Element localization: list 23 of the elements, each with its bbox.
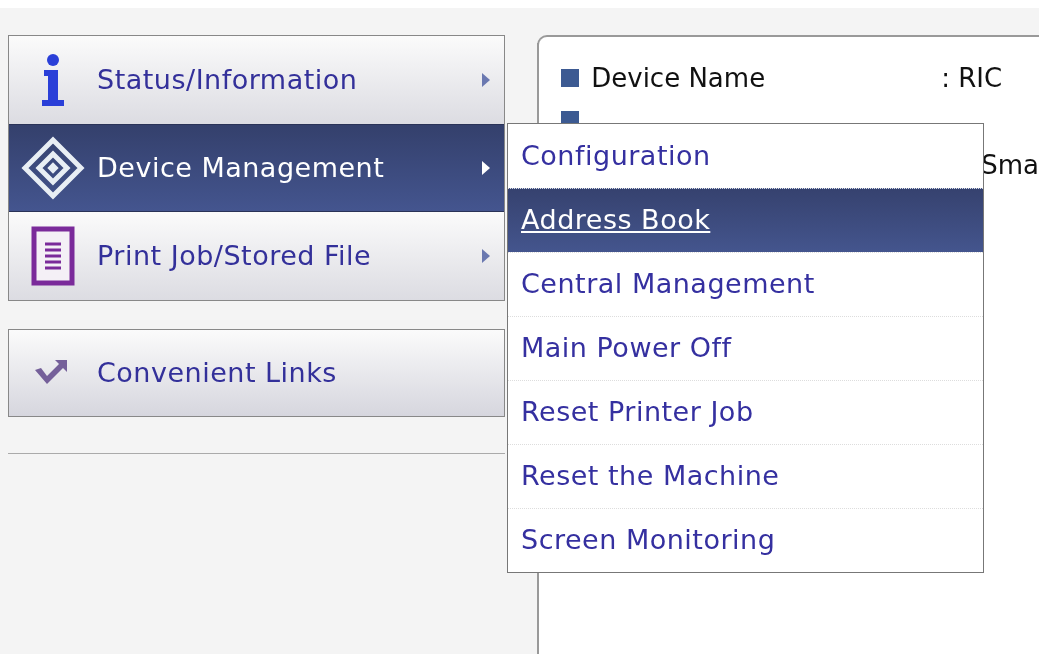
submenu-item[interactable]: Screen Monitoring — [508, 508, 983, 572]
menu-label: Device Management — [97, 150, 386, 185]
bullet-icon — [561, 69, 580, 87]
field-value: : RIC — [941, 61, 1003, 95]
submenu-item[interactable]: Central Management — [508, 252, 983, 316]
submenu-item[interactable]: Configuration — [508, 124, 983, 188]
submenu-item[interactable]: Reset the Machine — [508, 444, 983, 508]
field-value: Sma — [981, 148, 1039, 182]
field-label: Device Name — [591, 61, 767, 95]
menu-label: Print Job/Stored File — [97, 238, 373, 273]
submenu-item[interactable]: Reset Printer Job — [508, 380, 983, 444]
caret-icon — [482, 73, 491, 87]
menu-label: Status/Information — [97, 62, 359, 97]
document-icon — [30, 226, 76, 286]
caret-icon — [482, 249, 491, 263]
menu-item[interactable]: Print Job/Stored File — [9, 212, 505, 300]
menu-item[interactable]: Status/Information — [9, 36, 505, 124]
submenu-item[interactable]: Main Power Off — [508, 316, 983, 380]
diamond-icon — [21, 136, 85, 200]
menu-item[interactable]: Device Management — [9, 124, 505, 212]
submenu-item[interactable]: Address Book — [508, 188, 983, 252]
caret-icon — [482, 161, 491, 175]
convenient-links-button[interactable]: Convenient Links — [8, 329, 506, 417]
